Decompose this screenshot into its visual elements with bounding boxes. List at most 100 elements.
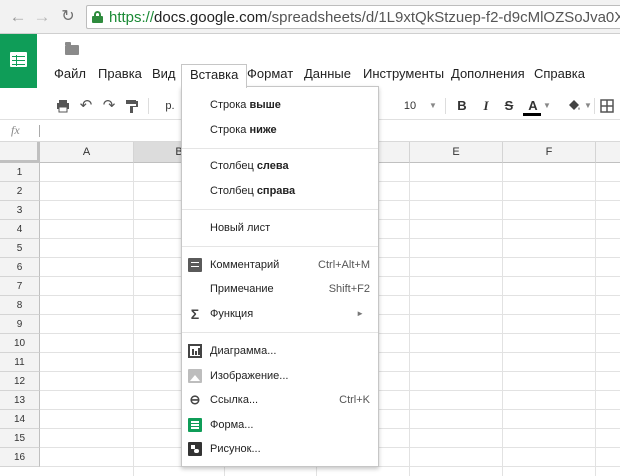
menu-insert[interactable]: Вставка	[181, 64, 248, 88]
menu-file[interactable]: Файл	[46, 64, 94, 86]
insert-link[interactable]: ⊖ Ссылка... Ctrl+K	[182, 388, 378, 412]
menu-item-label: Столбец	[210, 185, 257, 197]
menu-item-label: Форма...	[210, 419, 254, 431]
sheets-logo[interactable]	[0, 34, 37, 88]
formula-input[interactable]	[39, 125, 40, 137]
form-icon	[188, 418, 202, 432]
address-bar[interactable]: https://docs.google.com/spreadsheets/d/1…	[86, 5, 620, 29]
row-header[interactable]: 4	[0, 220, 40, 239]
column-header-g[interactable]	[596, 142, 620, 163]
column-header[interactable]: A	[40, 142, 134, 163]
menu-item-label: Диаграмма...	[210, 345, 277, 357]
menu-item-label: Примечание	[210, 283, 274, 295]
url-host: docs.google.com	[154, 9, 268, 26]
row-header[interactable]: 15	[0, 429, 40, 448]
row-header[interactable]: 12	[0, 372, 40, 391]
font-size-select[interactable]: 10	[400, 96, 420, 116]
row-header[interactable]: 1	[0, 163, 40, 182]
bold-button[interactable]: B	[455, 96, 469, 116]
menu-view[interactable]: Вид	[144, 64, 184, 86]
menu-help[interactable]: Справка	[526, 64, 593, 86]
menu-item-label: Комментарий	[210, 259, 280, 271]
menu-item-label-bold: выше	[249, 99, 281, 111]
back-arrow-icon[interactable]: ←	[8, 7, 28, 27]
menu-edit[interactable]: Правка	[90, 64, 150, 86]
row-header[interactable]: 14	[0, 410, 40, 429]
menu-item-label: Ссылка...	[210, 394, 259, 406]
menu-item-label: Изображение...	[210, 370, 289, 382]
text-color-swatch	[523, 113, 541, 116]
menu-item-label-bold: слева	[256, 160, 289, 172]
menu-item-label: Строка	[210, 124, 250, 136]
menu-item-label-bold: ниже	[249, 124, 277, 136]
fill-color-icon[interactable]	[566, 96, 582, 116]
menu-divider	[182, 209, 378, 210]
paint-format-icon[interactable]	[125, 96, 139, 116]
row-header[interactable]: 2	[0, 182, 40, 201]
chevron-down-icon[interactable]: ▼	[584, 96, 592, 116]
reload-icon[interactable]: ↻	[58, 7, 78, 27]
sheets-logo-icon	[10, 52, 27, 67]
chevron-down-icon[interactable]: ▼	[428, 96, 438, 116]
menu-item-label-bold: справа	[256, 185, 296, 197]
insert-chart[interactable]: Диаграмма...	[182, 339, 378, 363]
borders-icon[interactable]	[599, 96, 615, 116]
row-header[interactable]: 10	[0, 334, 40, 353]
insert-row-below[interactable]: Строка ниже	[182, 118, 378, 142]
row-header[interactable]: 16	[0, 448, 40, 467]
insert-image[interactable]: Изображение...	[182, 364, 378, 388]
row-header[interactable]: 8	[0, 296, 40, 315]
insert-column-right[interactable]: Столбец справа	[182, 179, 378, 203]
zoom-control[interactable]: р.	[160, 96, 180, 116]
url-scheme: https://	[109, 9, 155, 26]
lock-icon	[92, 11, 103, 23]
link-icon: ⊖	[189, 392, 201, 407]
menu-item-label: Рисунок...	[210, 443, 261, 455]
row-header[interactable]: 11	[0, 353, 40, 372]
menu-data[interactable]: Данные	[296, 64, 359, 86]
column-header[interactable]: E	[410, 142, 503, 163]
undo-icon[interactable]: ↶	[79, 96, 93, 116]
insert-note[interactable]: Примечание Shift+F2	[182, 277, 378, 301]
select-all-corner[interactable]	[0, 142, 40, 163]
fx-icon: fx	[11, 123, 20, 137]
chevron-down-icon[interactable]: ▼	[543, 96, 551, 116]
menu-item-label: Новый лист	[210, 222, 271, 234]
insert-function[interactable]: Σ Функция ►	[182, 302, 378, 326]
print-icon[interactable]	[56, 96, 70, 116]
italic-button[interactable]: I	[479, 96, 493, 116]
row-header[interactable]: 6	[0, 258, 40, 277]
row-header[interactable]: 7	[0, 277, 40, 296]
menu-item-shortcut: Ctrl+Alt+M	[318, 259, 370, 271]
insert-comment[interactable]: Комментарий Ctrl+Alt+M	[182, 253, 378, 277]
menu-item-label: Строка	[210, 99, 250, 111]
menu-tools[interactable]: Инструменты	[355, 64, 452, 86]
menu-addons[interactable]: Дополнения	[443, 64, 533, 86]
browser-toolbar: ← → ↻ https://docs.google.com/spreadshee…	[0, 0, 620, 34]
insert-row-above[interactable]: Строка выше	[182, 93, 378, 117]
insert-menu: Строка выше Строка ниже Столбец слева Ст…	[181, 86, 379, 467]
row-header[interactable]: 9	[0, 315, 40, 334]
insert-new-sheet[interactable]: Новый лист	[182, 216, 378, 240]
insert-form[interactable]: Форма...	[182, 413, 378, 437]
row-header[interactable]: 5	[0, 239, 40, 258]
drawing-icon	[188, 442, 202, 456]
strikethrough-button[interactable]: S	[502, 96, 516, 116]
comment-icon	[188, 258, 202, 272]
url-text: https://docs.google.com/spreadsheets/d/1…	[109, 9, 620, 26]
menu-divider	[182, 246, 378, 247]
insert-column-left[interactable]: Столбец слева	[182, 154, 378, 178]
menu-format[interactable]: Формат	[239, 64, 301, 86]
row-header[interactable]: 13	[0, 391, 40, 410]
row-header[interactable]: 3	[0, 201, 40, 220]
insert-drawing[interactable]: Рисунок...	[182, 437, 378, 461]
forward-arrow-icon[interactable]: →	[32, 7, 52, 27]
menu-divider	[182, 332, 378, 333]
menu-item-label: Столбец	[210, 160, 257, 172]
column-header[interactable]: F	[503, 142, 596, 163]
submenu-arrow-icon: ►	[356, 309, 364, 318]
menu-item-label: Функция	[210, 308, 254, 320]
menu-item-shortcut: Ctrl+K	[339, 394, 370, 406]
folder-icon[interactable]	[65, 42, 79, 55]
redo-icon[interactable]: ↷	[102, 96, 116, 116]
